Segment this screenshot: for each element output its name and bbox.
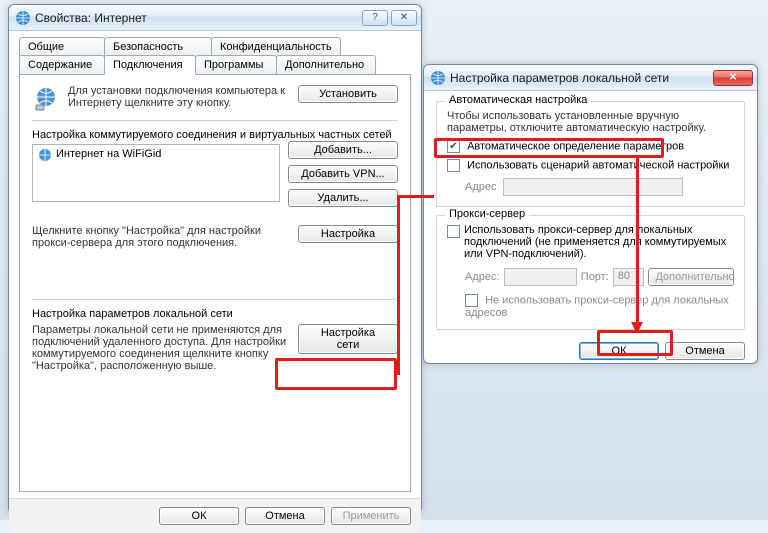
ok-button[interactable]: ОК xyxy=(579,342,659,360)
use-proxy-label: Использовать прокси-сервер для локальных… xyxy=(464,224,734,260)
proxy-port-label: Порт: xyxy=(581,271,609,283)
titlebar[interactable]: Свойства: Интернет ? ✕ xyxy=(9,5,421,31)
tabs-row-2: Содержание Подключения Программы Дополни… xyxy=(19,55,411,74)
script-address-label: Адрес xyxy=(465,181,497,193)
connections-listbox[interactable]: Интернет на WiFiGid xyxy=(32,144,280,202)
tab-panel-connections: Для установки подключения компьютера к И… xyxy=(19,74,411,492)
add-button[interactable]: Добавить... xyxy=(288,141,398,159)
setup-hint: Для установки подключения компьютера к И… xyxy=(68,85,290,109)
proxy-port-input: 80 xyxy=(613,268,645,286)
lan-header: Настройка параметров локальной сети xyxy=(32,308,398,320)
connection-settings-button[interactable]: Настройка xyxy=(298,225,398,243)
lan-settings-dialog: Настройка параметров локальной сети ✕ Ав… xyxy=(423,64,758,364)
internet-properties-dialog: Свойства: Интернет ? ✕ Общие Безопасност… xyxy=(8,4,422,514)
proxy-address-label: Адрес: xyxy=(465,271,500,283)
bypass-local-label: Не использовать прокси-сервер для локаль… xyxy=(465,294,729,319)
setup-button[interactable]: Установить xyxy=(298,85,398,103)
close-button[interactable]: ✕ xyxy=(391,10,417,26)
group-legend: Автоматическая настройка xyxy=(445,94,591,106)
tab-programs[interactable]: Программы xyxy=(195,55,277,74)
add-vpn-button[interactable]: Добавить VPN... xyxy=(288,165,398,183)
globe-icon xyxy=(15,10,31,26)
titlebar[interactable]: Настройка параметров локальной сети ✕ xyxy=(424,65,757,91)
bypass-local-checkbox xyxy=(465,294,478,307)
connection-wizard-icon xyxy=(32,85,60,116)
auto-detect-checkbox[interactable]: ✔ xyxy=(447,140,460,153)
lan-settings-button[interactable]: Настройка сети xyxy=(298,324,398,354)
script-address-input xyxy=(503,178,683,196)
cancel-button[interactable]: Отмена xyxy=(245,507,325,525)
auto-detect-label: Автоматическое определение параметров xyxy=(467,140,684,152)
group-legend: Прокси-сервер xyxy=(445,208,529,220)
dialup-header: Настройка коммутируемого соединения и ви… xyxy=(32,129,398,141)
tab-advanced[interactable]: Дополнительно xyxy=(276,55,376,74)
use-script-checkbox[interactable] xyxy=(447,159,460,172)
dialog-footer: ОК Отмена Применить xyxy=(9,498,421,533)
settings-hint: Щелкните кнопку "Настройка" для настройк… xyxy=(32,225,290,249)
tabs-row-1: Общие Безопасность Конфиденциальность xyxy=(19,37,411,56)
ok-button[interactable]: ОК xyxy=(159,507,239,525)
dialog-title: Свойства: Интернет xyxy=(35,11,359,25)
use-proxy-checkbox[interactable] xyxy=(447,225,460,238)
tab-privacy[interactable]: Конфиденциальность xyxy=(211,37,341,56)
use-script-label: Использовать сценарий автоматической нас… xyxy=(467,159,729,171)
globe-icon xyxy=(430,70,446,86)
close-button[interactable]: ✕ xyxy=(713,70,753,86)
tab-general[interactable]: Общие xyxy=(19,37,105,56)
help-button[interactable]: ? xyxy=(362,10,388,26)
auto-hint: Чтобы использовать установленные вручную… xyxy=(447,110,734,134)
apply-button[interactable]: Применить xyxy=(331,507,411,525)
auto-config-group: Автоматическая настройка Чтобы использов… xyxy=(436,101,745,207)
proxy-advanced-button[interactable]: Дополнительно xyxy=(648,268,734,286)
connection-item[interactable]: Интернет на WiFiGid xyxy=(56,148,161,160)
tab-content[interactable]: Содержание xyxy=(19,55,105,74)
connection-icon xyxy=(38,148,52,162)
tab-connections[interactable]: Подключения xyxy=(104,55,196,75)
proxy-group: Прокси-сервер Использовать прокси-сервер… xyxy=(436,215,745,330)
proxy-address-input xyxy=(504,268,577,286)
lan-hint: Параметры локальной сети не применяются … xyxy=(32,324,290,372)
dialog-title: Настройка параметров локальной сети xyxy=(450,71,710,85)
delete-button[interactable]: Удалить... xyxy=(288,189,398,207)
tab-security[interactable]: Безопасность xyxy=(104,37,212,56)
cancel-button[interactable]: Отмена xyxy=(665,342,745,360)
